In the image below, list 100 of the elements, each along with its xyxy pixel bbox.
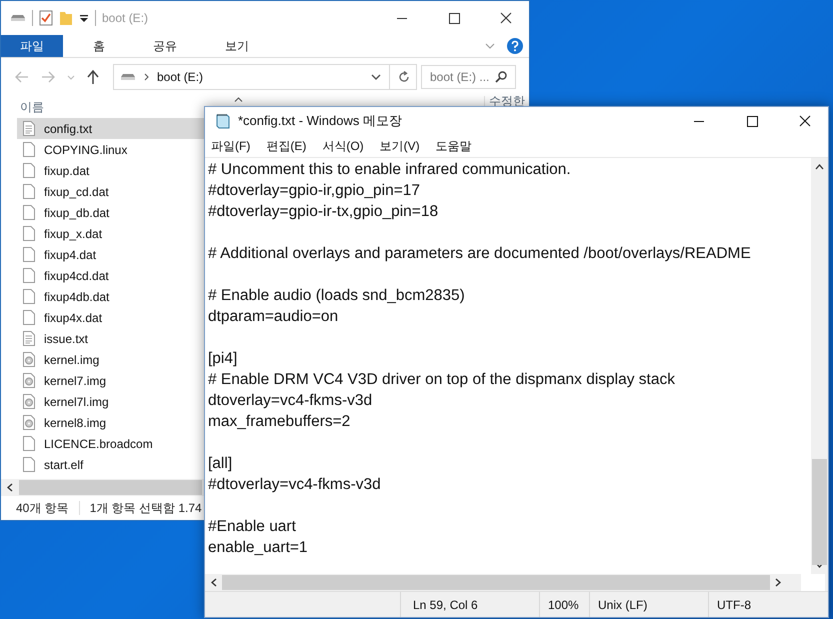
address-text: boot (E:) — [157, 70, 204, 84]
file-name: kernel7l.img — [44, 394, 109, 408]
scroll-left-icon[interactable] — [7, 483, 13, 492]
file-name: fixup4x.dat — [44, 310, 102, 324]
file-row[interactable]: fixup.dat — [17, 160, 204, 181]
file-name: fixup_db.dat — [44, 206, 110, 220]
drive-icon — [10, 13, 26, 23]
notepad-icon — [215, 113, 231, 129]
file-icon — [23, 289, 35, 304]
file-name: COPYING.linux — [44, 142, 128, 156]
menu-item[interactable]: 도움말 — [436, 138, 472, 154]
text-line: #dtoverlay=gpio-ir,gpio_pin=17 — [208, 182, 420, 199]
disc-file-icon — [23, 352, 35, 367]
text-line: # Enable DRM VC4 V3D driver on top of the dispmanx display stack — [208, 371, 675, 388]
ribbon-tab[interactable]: 공유 — [135, 35, 195, 57]
file-row[interactable]: issue.txt — [17, 328, 204, 349]
status-text: 1개 항목 선택함 1.74 — [90, 500, 202, 516]
disc-file-icon — [23, 415, 35, 430]
text-line: dtparam=audio=on — [208, 308, 338, 325]
file-icon — [23, 184, 35, 199]
text-line: # Enable audio (loads snd_bcm2835) — [208, 287, 465, 304]
file-name: fixup.dat — [44, 164, 90, 178]
menu-item[interactable]: 보기(V) — [380, 138, 420, 154]
file-row[interactable]: kernel.img — [17, 349, 204, 370]
file-name: kernel8.img — [44, 416, 106, 430]
file-name: fixup4db.dat — [44, 290, 110, 304]
file-icon — [23, 457, 35, 472]
address-bar[interactable]: boot (E:) — [113, 64, 417, 90]
file-row[interactable]: kernel8.img — [17, 412, 204, 433]
text-line: dtoverlay=vc4-fkms-v3d — [208, 392, 372, 409]
search-field[interactable]: boot (E:) ... — [421, 65, 516, 89]
status-text: 40개 항목 — [16, 500, 69, 516]
file-row[interactable]: fixup4db.dat — [17, 286, 204, 307]
file-name: fixup_cd.dat — [44, 184, 109, 198]
file-row[interactable]: fixup4x.dat — [17, 307, 204, 328]
file-row[interactable]: fixup_db.dat — [17, 202, 204, 223]
file-name: LICENCE.broadcom — [44, 436, 153, 450]
disc-file-icon — [23, 373, 35, 388]
file-name: start.elf — [44, 458, 84, 472]
scroll-left-icon[interactable] — [211, 578, 217, 587]
chevron-down-icon[interactable] — [371, 74, 381, 80]
status-text: UTF-8 — [716, 596, 752, 614]
help-icon[interactable] — [507, 38, 523, 54]
file-name: kernel.img — [44, 352, 100, 366]
text-line: #dtoverlay=vc4-fkms-v3d — [208, 476, 381, 493]
chevron-right-icon — [144, 73, 149, 81]
file-row[interactable]: LICENCE.broadcom — [17, 433, 204, 454]
scroll-up-icon[interactable] — [815, 164, 824, 170]
file-name: kernel7.img — [44, 374, 106, 388]
window-title: *config.txt - Windows 메모장 — [238, 112, 402, 130]
menu-item[interactable]: 편집(E) — [266, 138, 306, 154]
search-icon — [495, 71, 507, 83]
menu-item[interactable]: 서식(O) — [322, 138, 364, 154]
file-row[interactable]: config.txt — [17, 118, 204, 139]
up-arrow-icon[interactable] — [87, 70, 99, 84]
file-row[interactable]: COPYING.linux — [17, 139, 204, 160]
scrollbar-thumb[interactable] — [19, 480, 202, 495]
scrollbar-thumb[interactable] — [812, 459, 827, 565]
text-line: max_framebuffers=2 — [208, 413, 350, 430]
status-text: Ln 59, Col 6 — [401, 592, 540, 617]
file-name: config.txt — [44, 122, 92, 136]
text-line: # Additional overlays and parameters are documented /boot/overlays/README — [208, 245, 751, 262]
text-line: enable_uart=1 — [208, 539, 308, 556]
menu-item[interactable]: 파일(F) — [211, 138, 250, 154]
scrollbar-corner — [801, 574, 825, 591]
file-name: issue.txt — [44, 332, 88, 346]
file-icon — [23, 436, 35, 451]
scroll-down-icon[interactable] — [815, 562, 824, 568]
refresh-icon[interactable] — [398, 71, 410, 83]
file-row[interactable]: kernel7l.img — [17, 391, 204, 412]
text-line: # Uncomment this to enable infrared communication. — [208, 161, 571, 178]
status-text: Unix (LF) — [590, 592, 709, 617]
text-line: #Enable uart — [208, 518, 296, 535]
properties-icon[interactable] — [39, 10, 53, 26]
dropdown-icon[interactable] — [79, 13, 89, 23]
scrollbar-thumb[interactable] — [222, 575, 770, 590]
text-file-icon — [23, 121, 35, 136]
drive-icon — [120, 73, 136, 81]
ribbon-tab[interactable]: 홈 — [75, 35, 123, 57]
scroll-right-icon[interactable] — [775, 578, 781, 587]
file-icon — [23, 226, 35, 241]
file-row[interactable]: fixup_x.dat — [17, 223, 204, 244]
text-line: #dtoverlay=gpio-ir-tx,gpio_pin=18 — [208, 203, 438, 220]
file-icon — [23, 268, 35, 283]
file-icon — [23, 163, 35, 178]
file-row[interactable]: fixup4.dat — [17, 244, 204, 265]
text-file-icon — [23, 331, 35, 346]
file-icon — [23, 205, 35, 220]
file-row[interactable]: fixup_cd.dat — [17, 181, 204, 202]
file-name: fixup4.dat — [44, 248, 96, 262]
file-row[interactable]: kernel7.img — [17, 370, 204, 391]
column-header[interactable]: 이름 — [17, 96, 170, 116]
text-line: [pi4] — [208, 350, 238, 367]
file-row[interactable]: fixup4cd.dat — [17, 265, 204, 286]
file-row[interactable]: start.elf — [17, 454, 204, 475]
status-text: 100% — [540, 592, 590, 617]
disc-file-icon — [23, 394, 35, 409]
file-icon — [23, 142, 35, 157]
ribbon-tab[interactable]: 파일 — [1, 35, 63, 57]
ribbon-tab[interactable]: 보기 — [207, 35, 267, 57]
